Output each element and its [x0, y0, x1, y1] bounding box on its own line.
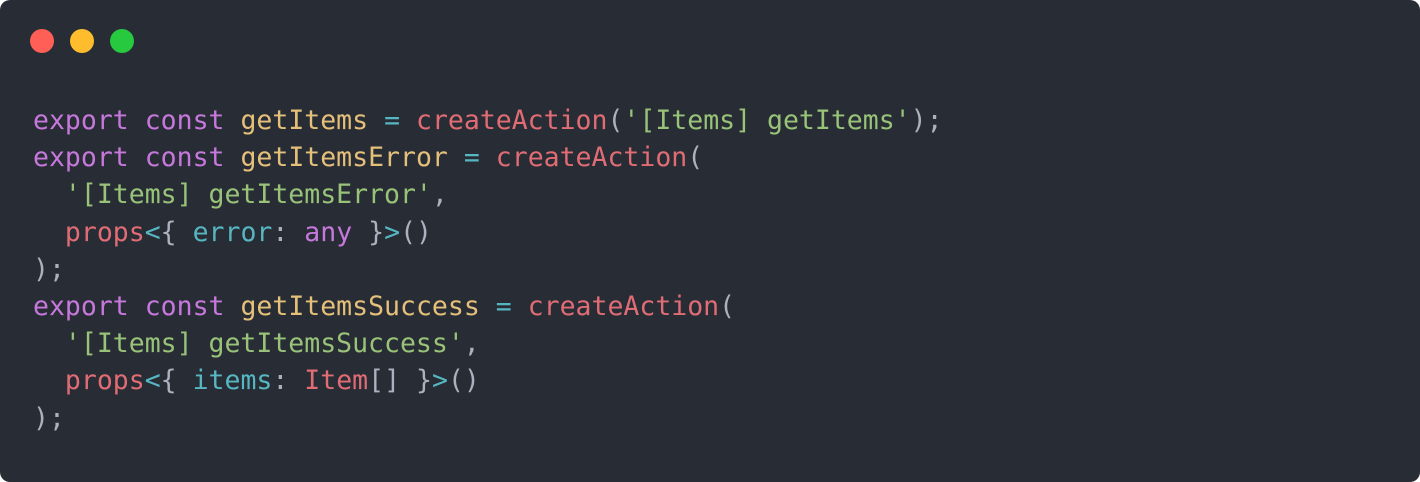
code-line: export const getItemsError = createActio… [33, 139, 943, 176]
code-line: export const getItemsSuccess = createAct… [33, 288, 943, 325]
code-line: ); [33, 400, 943, 437]
code-token-operator: = [384, 105, 401, 136]
code-token-plain: { [160, 216, 193, 248]
code-token-function-name: getItemsError [240, 142, 448, 174]
code-token-operator: > [384, 216, 401, 248]
code-token-string: '[Items] getItemsError' [64, 179, 432, 211]
code-token-plain: : [272, 216, 305, 248]
code-token-plain: ( [719, 290, 736, 322]
code-token-call: createAction [416, 105, 608, 136]
code-token-plain: [] [368, 365, 401, 397]
code-line: props<{ items: Item[] }>() [33, 362, 943, 399]
code-token-keyword: const [144, 290, 225, 322]
code-token-plain: , [463, 328, 480, 360]
code-token-string: '[Items] getItemsSuccess' [64, 328, 464, 360]
code-token-keyword: const [144, 105, 225, 136]
code-token-plain: } [352, 216, 385, 248]
code-token-call: createAction [527, 290, 720, 322]
code-token-plain: ( [607, 105, 624, 136]
zoom-dot-icon[interactable] [110, 29, 134, 53]
code-token-plain: ); [33, 253, 65, 285]
code-token-plain: , [431, 179, 448, 211]
code-token-plain: () [400, 216, 432, 248]
code-token-function-name: getItemsSuccess [240, 290, 480, 322]
code-token-plain: ); [910, 105, 943, 136]
code-token-plain: () [447, 365, 480, 397]
code-token-plain: ); [33, 402, 65, 434]
code-token-keyword: any [304, 216, 353, 248]
code-token-keyword: const [144, 142, 225, 174]
code-line: props<{ error: any }>() [33, 214, 943, 251]
code-line: export const getItems = createAction('[I… [33, 102, 943, 139]
code-token-call: props [64, 365, 145, 397]
code-block: export const getItems = createAction('[I… [33, 102, 943, 437]
code-token-plain: : [272, 365, 305, 397]
code-token-function-name: getItems [240, 105, 369, 136]
minimize-dot-icon[interactable] [70, 29, 94, 53]
code-line: '[Items] getItemsError', [33, 176, 943, 213]
code-token-keyword: export [33, 142, 129, 174]
code-token-plain: } [400, 365, 432, 397]
code-token-property: error [192, 216, 273, 248]
code-token-call: createAction [495, 142, 688, 174]
code-token-plain: { [160, 365, 193, 397]
code-token-operator: < [144, 365, 161, 397]
code-line: '[Items] getItemsSuccess', [33, 325, 943, 362]
code-token-keyword: export [33, 290, 129, 322]
code-token-operator: = [463, 142, 480, 174]
code-token-operator: > [431, 365, 448, 397]
code-window: export const getItems = createAction('[I… [0, 0, 1420, 482]
code-line: ); [33, 251, 943, 288]
code-token-operator: < [144, 216, 161, 248]
code-token-call: props [64, 216, 145, 248]
close-dot-icon[interactable] [30, 29, 54, 53]
code-token-keyword: export [33, 105, 129, 136]
code-token-property: items [192, 365, 273, 397]
code-token-operator: = [495, 290, 512, 322]
window-controls [30, 29, 134, 53]
code-token-string: '[Items] getItems' [623, 105, 911, 136]
code-token-type: Item [304, 365, 369, 397]
code-token-plain: ( [687, 142, 704, 174]
